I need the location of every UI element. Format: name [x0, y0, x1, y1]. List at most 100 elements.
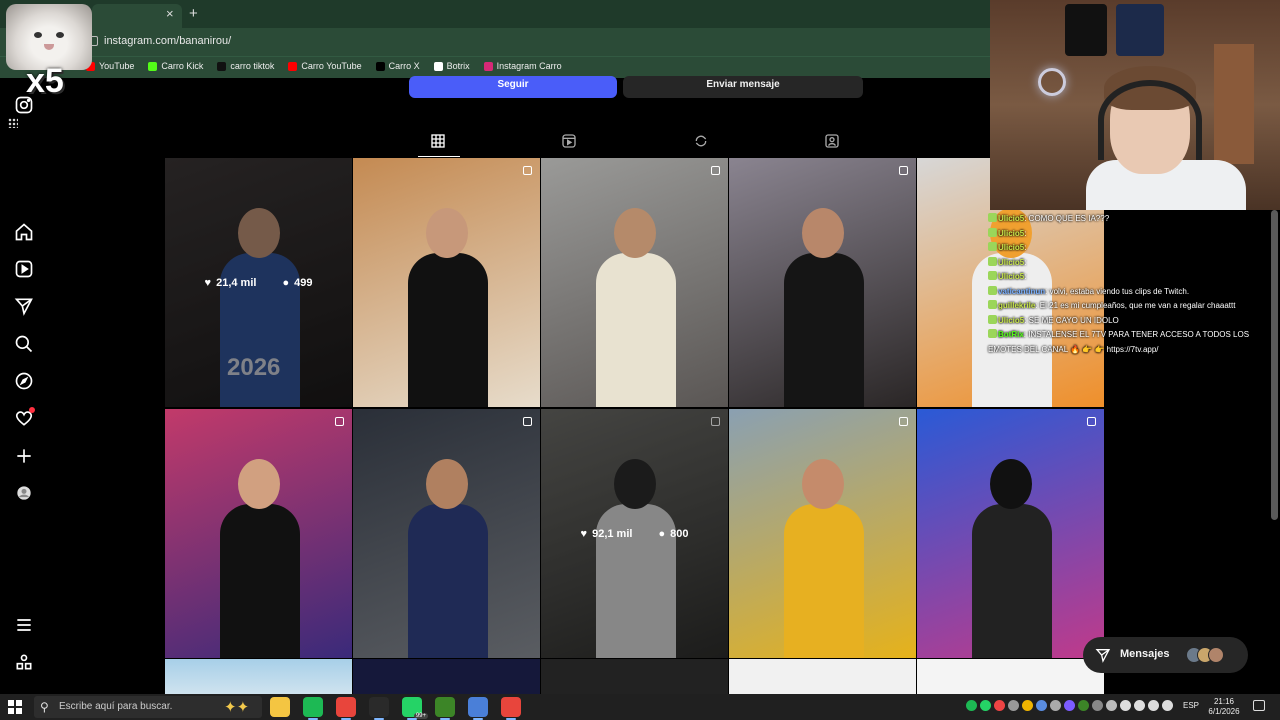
notifications-heart-icon[interactable]: [14, 407, 35, 428]
follow-button[interactable]: Seguir: [409, 76, 617, 98]
app-tray-icon[interactable]: [994, 700, 1005, 711]
chat-badge-icon: [988, 285, 997, 295]
chrome-icon[interactable]: [336, 697, 356, 720]
app-tray-icon[interactable]: [1078, 700, 1089, 711]
page-scrollbar[interactable]: [1271, 210, 1278, 520]
post-thumbnail[interactable]: [917, 409, 1104, 658]
explore-compass-icon[interactable]: [14, 371, 34, 391]
reels-nav-icon[interactable]: [14, 259, 34, 279]
tab-close-icon[interactable]: ×: [166, 6, 174, 21]
bookmark-item[interactable]: Carro X: [375, 61, 420, 71]
bookmark-item[interactable]: YouTube: [86, 61, 134, 71]
profile-avatar-icon[interactable]: [14, 483, 34, 503]
language-indicator[interactable]: ESP: [1183, 701, 1199, 710]
post-subject-body: [596, 253, 676, 407]
bookmark-item[interactable]: Carro YouTube: [288, 61, 362, 71]
windows-taskbar: ⚲ Escribe aquí para buscar. ✦✦ 99+ ESP 2…: [0, 694, 1280, 720]
app-tray-icon[interactable]: [1022, 700, 1033, 711]
chat-message: Ulicio5:: [988, 227, 1280, 242]
home-icon[interactable]: [14, 222, 34, 242]
whatsapp-tray-icon[interactable]: [980, 700, 991, 711]
headset-icon: [1098, 80, 1202, 160]
app-tray-icon[interactable]: [1050, 700, 1061, 711]
app-tray-icon[interactable]: [1008, 700, 1019, 711]
post-hover-overlay: ♥ 92,1 mil ● 800: [541, 409, 728, 658]
notification-center-icon[interactable]: [1253, 700, 1265, 711]
comments-count: 499: [294, 276, 313, 289]
pen-icon[interactable]: [1162, 700, 1173, 711]
chat-badge-icon: [988, 242, 997, 251]
app-tray-icon[interactable]: [1064, 700, 1075, 711]
multi-photo-icon: [523, 166, 532, 175]
calendar-app-icon[interactable]: [468, 697, 488, 720]
ring-light: [1038, 68, 1066, 96]
post-thumbnail[interactable]: [541, 158, 728, 407]
spotify-icon[interactable]: [303, 697, 323, 720]
bookmark-favicon-icon: [433, 61, 443, 71]
multi-photo-icon: [899, 166, 908, 175]
post-thumbnail-partial[interactable]: [353, 659, 540, 694]
messages-button[interactable]: Mensajes: [1083, 637, 1248, 673]
send-message-button[interactable]: Enviar mensaje: [623, 76, 863, 98]
post-thumbnail[interactable]: [353, 409, 540, 658]
post-subject-body: [220, 504, 300, 658]
post-thumbnail-partial[interactable]: [729, 659, 916, 694]
comment-bubble-icon: ●: [282, 276, 290, 289]
chat-message: Ulicio5: SE ME CAYO UN IDOLO: [988, 314, 1280, 329]
whatsapp-icon[interactable]: 99+: [402, 697, 428, 720]
reels-icon[interactable]: [559, 131, 579, 151]
chrome-profile-icon[interactable]: [501, 697, 521, 720]
address-bar[interactable]: instagram.com/bananirou/: [0, 28, 990, 56]
bookmark-item[interactable]: carro tiktok: [217, 61, 274, 71]
apps-grid-icon[interactable]: [8, 118, 18, 128]
bookmark-item[interactable]: Botrix: [433, 61, 470, 71]
multi-photo-icon: [1087, 417, 1096, 426]
sparkle-icon[interactable]: ✦✦: [224, 698, 249, 716]
post-thumbnail[interactable]: 2026 ♥ 21,4 mil ● 499: [165, 158, 352, 407]
post-subject-body: [784, 253, 864, 407]
bookmark-item[interactable]: Instagram Carro: [483, 61, 562, 71]
network-icon[interactable]: [1120, 700, 1131, 711]
also-from-meta-icon[interactable]: [14, 652, 34, 672]
direct-send-icon[interactable]: [14, 296, 34, 316]
clock-date: 6/1/2026: [1208, 707, 1240, 716]
windows-start-icon[interactable]: [8, 700, 22, 714]
instagram-logo-icon[interactable]: [14, 95, 34, 115]
create-plus-icon[interactable]: [14, 446, 34, 466]
message-avatars: [1186, 647, 1224, 663]
notification-dot: [29, 407, 35, 413]
grid-icon[interactable]: [428, 131, 448, 151]
chat-text: :: [1024, 272, 1027, 281]
multi-photo-icon: [711, 166, 720, 175]
heart-icon: ♥: [580, 527, 588, 540]
mic-icon[interactable]: [1148, 700, 1159, 711]
menu-hamburger-icon[interactable]: [14, 615, 34, 635]
url-text[interactable]: instagram.com/bananirou/: [104, 35, 231, 47]
post-thumbnail-partial[interactable]: [165, 659, 352, 694]
search-icon[interactable]: [14, 334, 34, 354]
minecraft-icon[interactable]: [435, 697, 455, 720]
obs-icon[interactable]: [369, 697, 389, 720]
tagged-icon[interactable]: [822, 131, 842, 151]
new-tab-icon[interactable]: +: [189, 5, 198, 22]
spotify-tray-icon[interactable]: [966, 700, 977, 711]
direct-message-icon: [1095, 649, 1111, 663]
app-tray-icon[interactable]: [1036, 700, 1047, 711]
post-thumbnail-partial[interactable]: [541, 659, 728, 694]
steam-tray-icon[interactable]: [1092, 700, 1103, 711]
reposts-icon[interactable]: [691, 131, 711, 151]
taskbar-apps: 99+: [270, 697, 521, 720]
taskbar-search-input[interactable]: ⚲ Escribe aquí para buscar. ✦✦: [34, 696, 262, 718]
post-thumbnail[interactable]: [729, 409, 916, 658]
post-thumbnail[interactable]: [165, 409, 352, 658]
post-thumbnail-partial[interactable]: [917, 659, 1104, 694]
post-thumbnail[interactable]: [353, 158, 540, 407]
taskbar-clock[interactable]: 21:16 6/1/2026: [1204, 697, 1244, 717]
app-tray-icon[interactable]: [1106, 700, 1117, 711]
chat-username: Ulicio5: [998, 214, 1025, 223]
post-thumbnail[interactable]: [729, 158, 916, 407]
post-thumbnail[interactable]: ♥ 92,1 mil ● 800: [541, 409, 728, 658]
file-explorer-icon[interactable]: [270, 697, 290, 717]
bookmark-item[interactable]: Carro Kick: [148, 61, 203, 71]
volume-icon[interactable]: [1134, 700, 1145, 711]
